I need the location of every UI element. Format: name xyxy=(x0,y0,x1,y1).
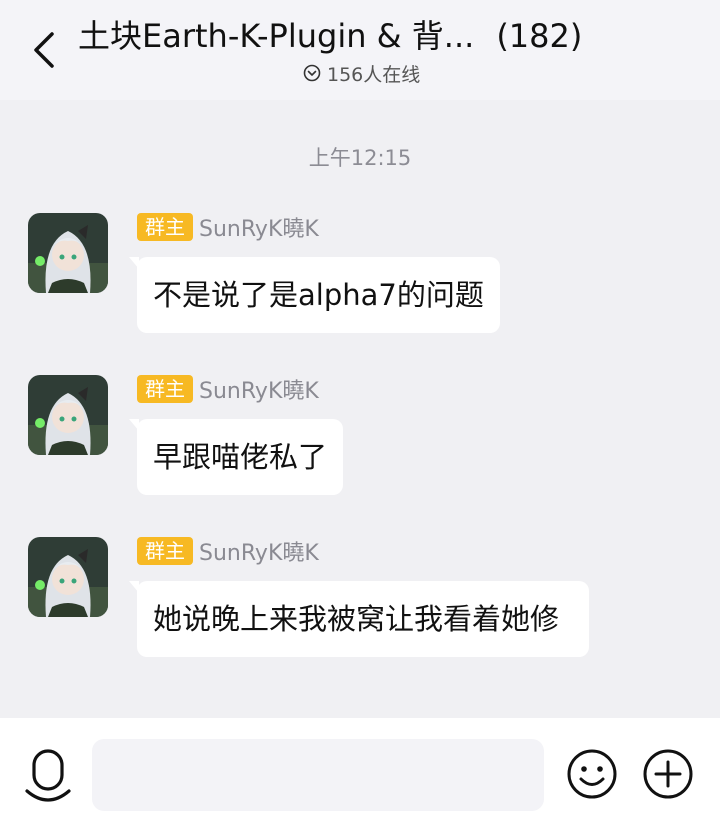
role-badge: 群主 xyxy=(137,537,193,565)
role-badge: 群主 xyxy=(137,375,193,403)
voice-button[interactable] xyxy=(24,747,72,807)
chat-title-area[interactable]: 土块Earth-K-Plugin & 背... (182) xyxy=(78,14,678,58)
chevron-left-icon xyxy=(34,32,54,68)
avatar-image xyxy=(28,213,108,293)
message-bubble[interactable]: 她说晚上来我被窝让我看着她修 xyxy=(129,581,589,657)
group-name: 土块Earth-K-Plugin & 背... xyxy=(78,17,475,55)
more-button[interactable] xyxy=(642,748,694,800)
sender-name[interactable]: SunRyK曉K xyxy=(199,211,319,243)
chat-header: 土块Earth-K-Plugin & 背... (182) 156人在线 xyxy=(0,0,720,100)
message-bubble[interactable]: 不是说了是alpha7的问题 xyxy=(129,257,500,333)
message-meta: 群主 SunRyK曉K xyxy=(137,535,319,567)
chevron-down-circle-icon xyxy=(303,64,321,82)
online-count: 156人在线 xyxy=(327,63,421,86)
sender-name[interactable]: SunRyK曉K xyxy=(199,373,319,405)
avatar-image xyxy=(28,537,108,617)
avatar[interactable] xyxy=(28,537,108,617)
message-timestamp: 上午12:15 xyxy=(308,146,412,170)
avatar-image xyxy=(28,375,108,455)
sender-name[interactable]: SunRyK曉K xyxy=(199,535,319,567)
message-bubble[interactable]: 早跟喵佬私了 xyxy=(128,419,344,495)
back-button[interactable] xyxy=(28,30,60,70)
member-count: (182) xyxy=(496,17,583,55)
message-input[interactable] xyxy=(92,739,544,811)
message-meta: 群主 SunRyK曉K xyxy=(137,211,319,243)
online-status[interactable]: 156人在线 xyxy=(303,60,420,86)
avatar[interactable] xyxy=(28,213,108,293)
microphone-icon xyxy=(25,749,71,802)
emoji-button[interactable] xyxy=(566,748,618,800)
avatar[interactable] xyxy=(28,375,108,455)
role-badge: 群主 xyxy=(137,213,193,241)
plus-circle-icon xyxy=(643,749,693,799)
smiley-icon xyxy=(567,749,617,799)
message-meta: 群主 SunRyK曉K xyxy=(137,373,319,405)
